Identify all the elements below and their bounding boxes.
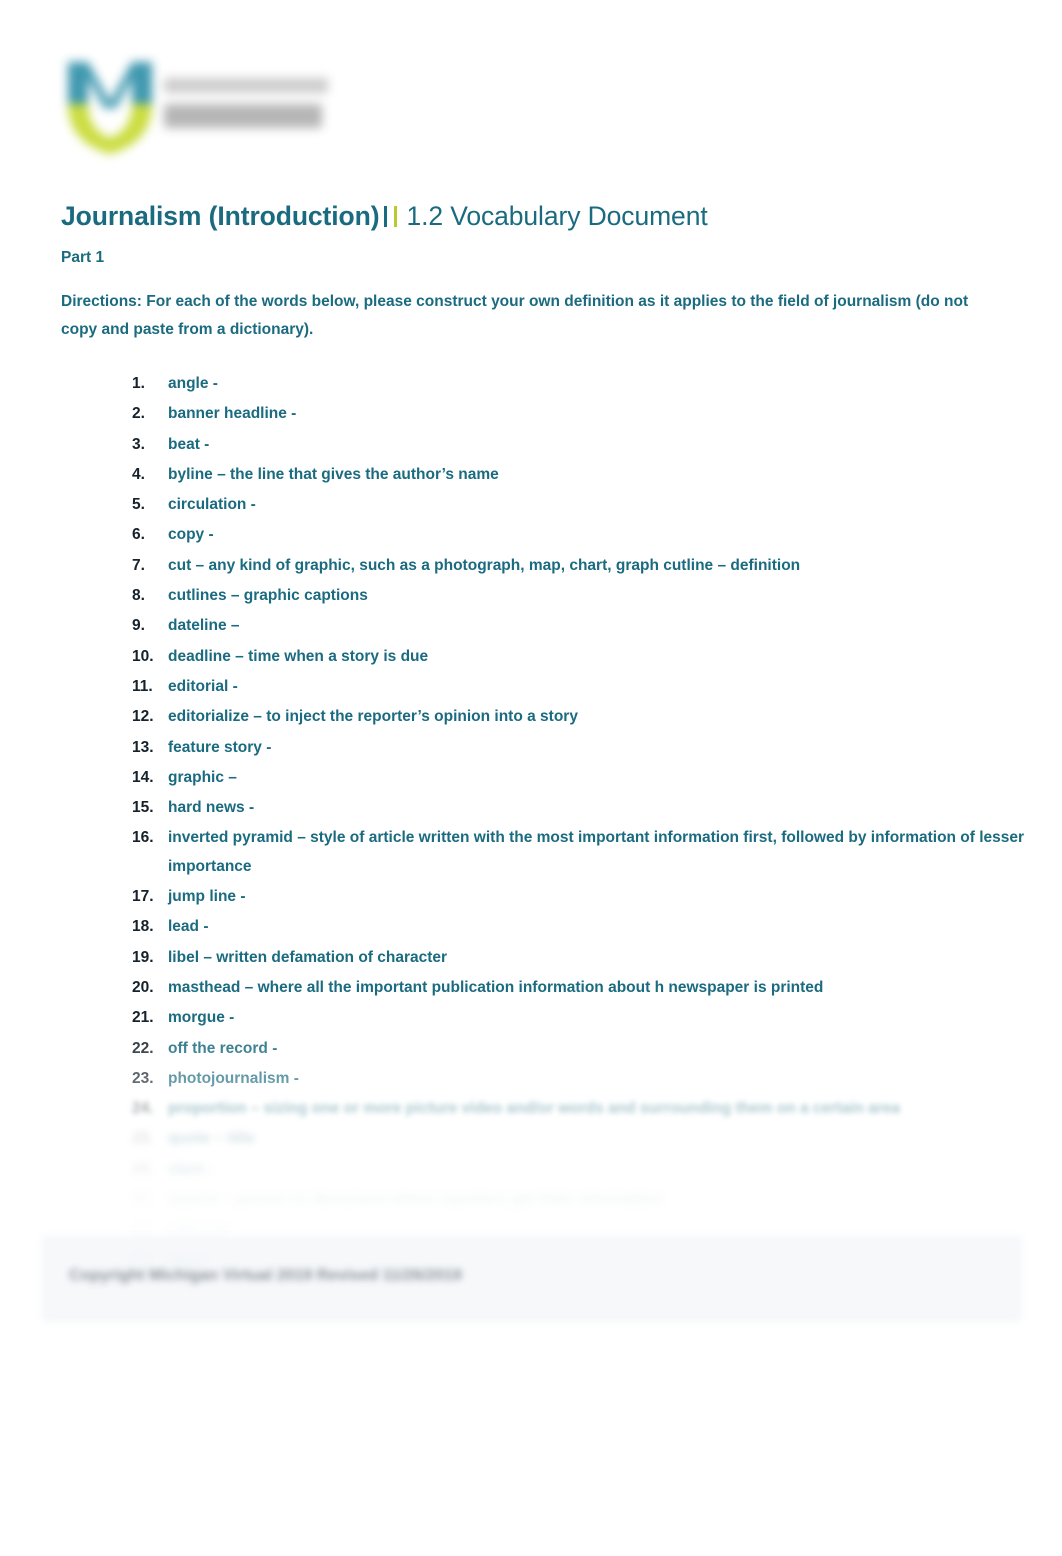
vocab-item-number: 24. bbox=[132, 1100, 154, 1118]
vocab-item-number: 19. bbox=[132, 948, 154, 966]
vocab-item-number: 10. bbox=[132, 647, 154, 665]
vocabulary-list: 1. angle - 2. banner headline - 3. beat - 4. by… bbox=[92, 370, 1032, 1277]
vocab-list-item: 24. proportion – sizing one or more pictu… bbox=[132, 1095, 1032, 1123]
vocab-list-item: 17. jump line - bbox=[132, 883, 1032, 911]
vocab-item-text: circulation - bbox=[168, 496, 256, 514]
vocab-list-item: 11. editorial - bbox=[132, 673, 1032, 701]
vocab-item-text: angle - bbox=[168, 375, 218, 392]
logo-wordmark-line-bottom bbox=[164, 104, 322, 128]
vocab-list-item: 5. circulation - bbox=[132, 491, 1032, 519]
directions-text: Directions: For each of the words below,… bbox=[61, 293, 969, 338]
page-title-bold: Journalism (Introduction) bbox=[61, 201, 380, 231]
vocab-list-item: 27. source – person or document where rep… bbox=[132, 1186, 1032, 1214]
vocab-item-number: 25. bbox=[132, 1130, 154, 1148]
vocab-item-number: 12. bbox=[132, 708, 154, 726]
vocab-list-item: 6. copy - bbox=[132, 521, 1032, 549]
vocab-item-text: graphic – bbox=[168, 768, 237, 786]
vocab-item-number: 3. bbox=[132, 435, 145, 453]
vocab-item-number: 7. bbox=[132, 556, 145, 574]
vocab-item-text: photojournalism - bbox=[168, 1069, 299, 1087]
vocab-item-number: 8. bbox=[132, 587, 145, 605]
vocab-item-number: 22. bbox=[132, 1039, 154, 1057]
vocab-list-item: 7. cut – any kind of graphic, such as a p… bbox=[132, 552, 1032, 580]
vocab-item-number: 9. bbox=[132, 617, 145, 635]
vocab-item-text: beat - bbox=[168, 435, 210, 453]
vocab-list-item: 26. slant - bbox=[132, 1156, 1032, 1184]
vocab-item-number: 5. bbox=[132, 496, 145, 514]
vocab-item-number: 6. bbox=[132, 526, 145, 544]
vocab-item-number: 4. bbox=[132, 465, 145, 483]
vocab-item-text: morgue - bbox=[168, 1009, 235, 1027]
michigan-virtual-logo bbox=[60, 52, 330, 162]
vocab-list-item: 10. deadline – time when a story is due bbox=[132, 643, 1032, 671]
vocab-item-text: quote – title bbox=[168, 1130, 255, 1148]
vocab-list-item: 14. graphic – bbox=[132, 764, 1032, 792]
vocab-item-number: 13. bbox=[132, 738, 154, 756]
vocab-item-number: 2. bbox=[132, 405, 145, 423]
vocab-item-number: 21. bbox=[132, 1009, 154, 1027]
vocab-list-item: 21. morgue - bbox=[132, 1004, 1032, 1032]
vocab-list-item: 23. photojournalism - bbox=[132, 1065, 1032, 1093]
vocab-item-text: feature story - bbox=[168, 738, 272, 756]
vocab-list-item: 2. banner headline - bbox=[132, 400, 1032, 428]
title-separator-lime-icon bbox=[394, 206, 398, 227]
vocab-list-item: 18. lead - bbox=[132, 913, 1032, 941]
vocab-list-item: 4. byline – the line that gives the autho… bbox=[132, 461, 1032, 489]
vocab-item-text: slant - bbox=[168, 1160, 214, 1178]
vocab-list-item: 19. libel – written defamation of charact… bbox=[132, 944, 1032, 972]
vocab-list-item: 16. inverted pyramid – style of article w… bbox=[132, 824, 1032, 881]
vocab-item-number: 18. bbox=[132, 918, 154, 936]
vocab-item-text: banner headline - bbox=[168, 405, 297, 423]
vocab-item-text: inverted pyramid – style of article writ… bbox=[168, 829, 1025, 875]
footer-panel-text: Copyright Michigan Virtual 2019 Revised … bbox=[69, 1267, 462, 1284]
vocab-list-item: 13. feature story - bbox=[132, 734, 1032, 762]
part-heading: Part 1 bbox=[61, 249, 105, 266]
vocab-item-text: hard news - bbox=[168, 799, 255, 817]
vocab-item-number: 20. bbox=[132, 978, 154, 996]
vocab-list-item: 20. masthead – where all the important pu… bbox=[132, 974, 1032, 1002]
vocab-item-number: 11. bbox=[132, 677, 153, 695]
vocab-item-text: copy - bbox=[168, 526, 214, 544]
vocab-item-text: source – person or document where report… bbox=[168, 1191, 663, 1209]
title-separator-teal-icon bbox=[384, 206, 388, 227]
vocab-item-number: 1. bbox=[132, 375, 145, 392]
vocab-item-text: byline – the line that gives the author’… bbox=[168, 465, 499, 483]
vocab-list-item: 9. dateline – bbox=[132, 612, 1032, 640]
logo-m-icon bbox=[68, 62, 152, 154]
footer-panel: Copyright Michigan Virtual 2019 Revised … bbox=[42, 1236, 1022, 1322]
page-title-regular: 1.2 Vocabulary Document bbox=[406, 201, 708, 231]
vocab-list-item: 25. quote – title bbox=[132, 1125, 1032, 1153]
vocab-item-number: 27. bbox=[132, 1191, 154, 1209]
vocab-item-text: proportion – sizing one or more picture … bbox=[168, 1100, 901, 1118]
logo-wordmark-line-top bbox=[164, 78, 328, 93]
vocab-item-text: libel – written defamation of character bbox=[168, 948, 448, 966]
document-page: Journalism (Introduction) 1.2 Vocabulary … bbox=[0, 0, 1062, 1556]
vocab-item-text: deadline – time when a story is due bbox=[168, 647, 429, 665]
vocab-item-text: masthead – where all the important publi… bbox=[168, 978, 824, 996]
vocab-item-number: 16. bbox=[132, 829, 154, 847]
vocab-item-text: dateline – bbox=[168, 617, 240, 635]
vocab-item-number: 23. bbox=[132, 1069, 154, 1087]
vocab-list-item: 1. angle - bbox=[132, 370, 1032, 398]
vocab-item-number: 26. bbox=[132, 1160, 154, 1178]
vocab-list-item: 3. beat - bbox=[132, 431, 1032, 459]
vocab-item-number: 17. bbox=[132, 888, 154, 906]
vocab-item-text: lead - bbox=[168, 918, 209, 936]
page-title: Journalism (Introduction) 1.2 Vocabulary … bbox=[61, 199, 961, 233]
vocab-list-item: 22. off the record - bbox=[132, 1035, 1032, 1063]
vocab-item-text: jump line - bbox=[168, 888, 246, 906]
vocab-item-text: cut – any kind of graphic, such as a pho… bbox=[168, 556, 801, 574]
vocab-item-text: editorialize – to inject the reporter’s … bbox=[168, 708, 578, 726]
vocab-item-text: editorial - bbox=[168, 677, 238, 695]
vocab-item-text: off the record - bbox=[168, 1039, 278, 1057]
vocab-item-text: cutlines – graphic captions bbox=[168, 587, 368, 605]
vocab-item-number: 14. bbox=[132, 768, 154, 786]
vocab-list-item: 15. hard news - bbox=[132, 794, 1032, 822]
vocab-item-number: 15. bbox=[132, 799, 154, 817]
logo-wordmark bbox=[164, 74, 334, 136]
vocab-list-item: 12. editorialize – to inject the reporter… bbox=[132, 703, 1032, 731]
vocab-list-item: 8. cutlines – graphic captions bbox=[132, 582, 1032, 610]
